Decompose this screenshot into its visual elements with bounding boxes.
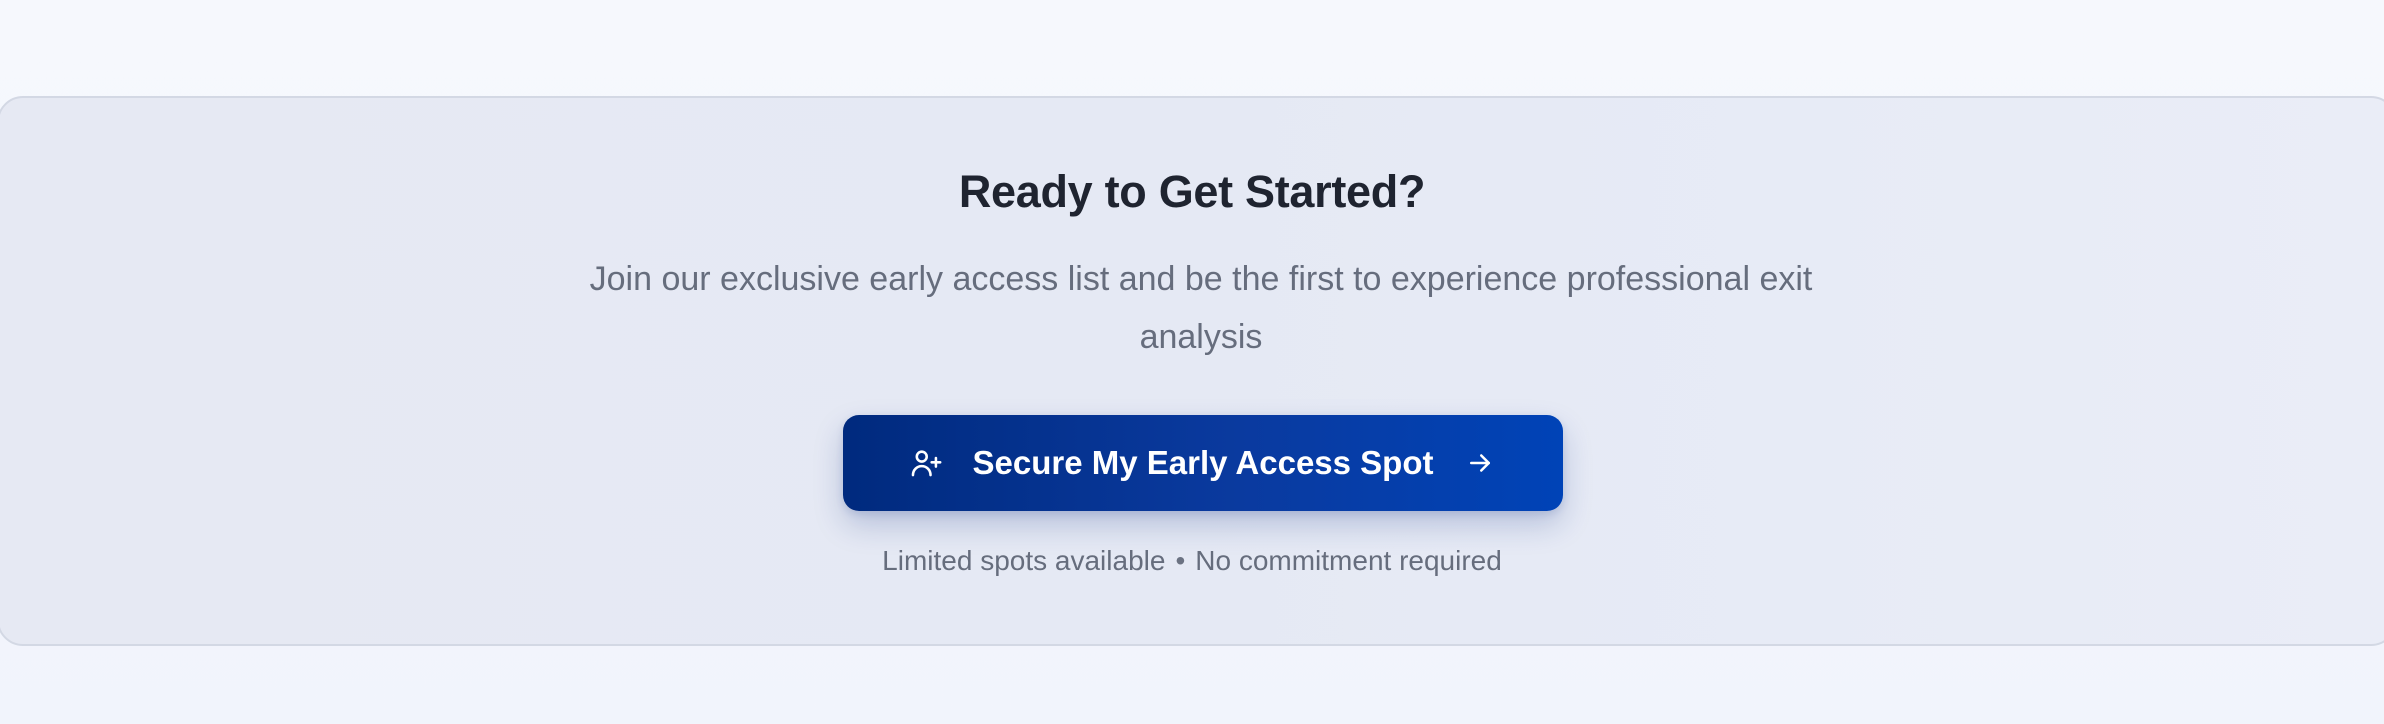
cta-subtitle: Join our exclusive early access list and…	[589, 260, 1813, 356]
secure-early-access-button[interactable]: Secure My Early Access Spot	[843, 415, 1563, 511]
no-commitment-text: No commitment required	[1195, 545, 1502, 576]
limited-spots-text: Limited spots available	[882, 545, 1166, 576]
cta-title: Ready to Get Started?	[958, 166, 1426, 217]
cta-note: Limited spots available • No commitment re…	[0, 545, 2384, 577]
secure-early-access-label: Secure My Early Access Spot	[972, 444, 1434, 481]
arrow-right-icon	[1462, 445, 1498, 481]
user-plus-icon	[908, 445, 944, 481]
note-separator: •	[1175, 545, 1186, 576]
